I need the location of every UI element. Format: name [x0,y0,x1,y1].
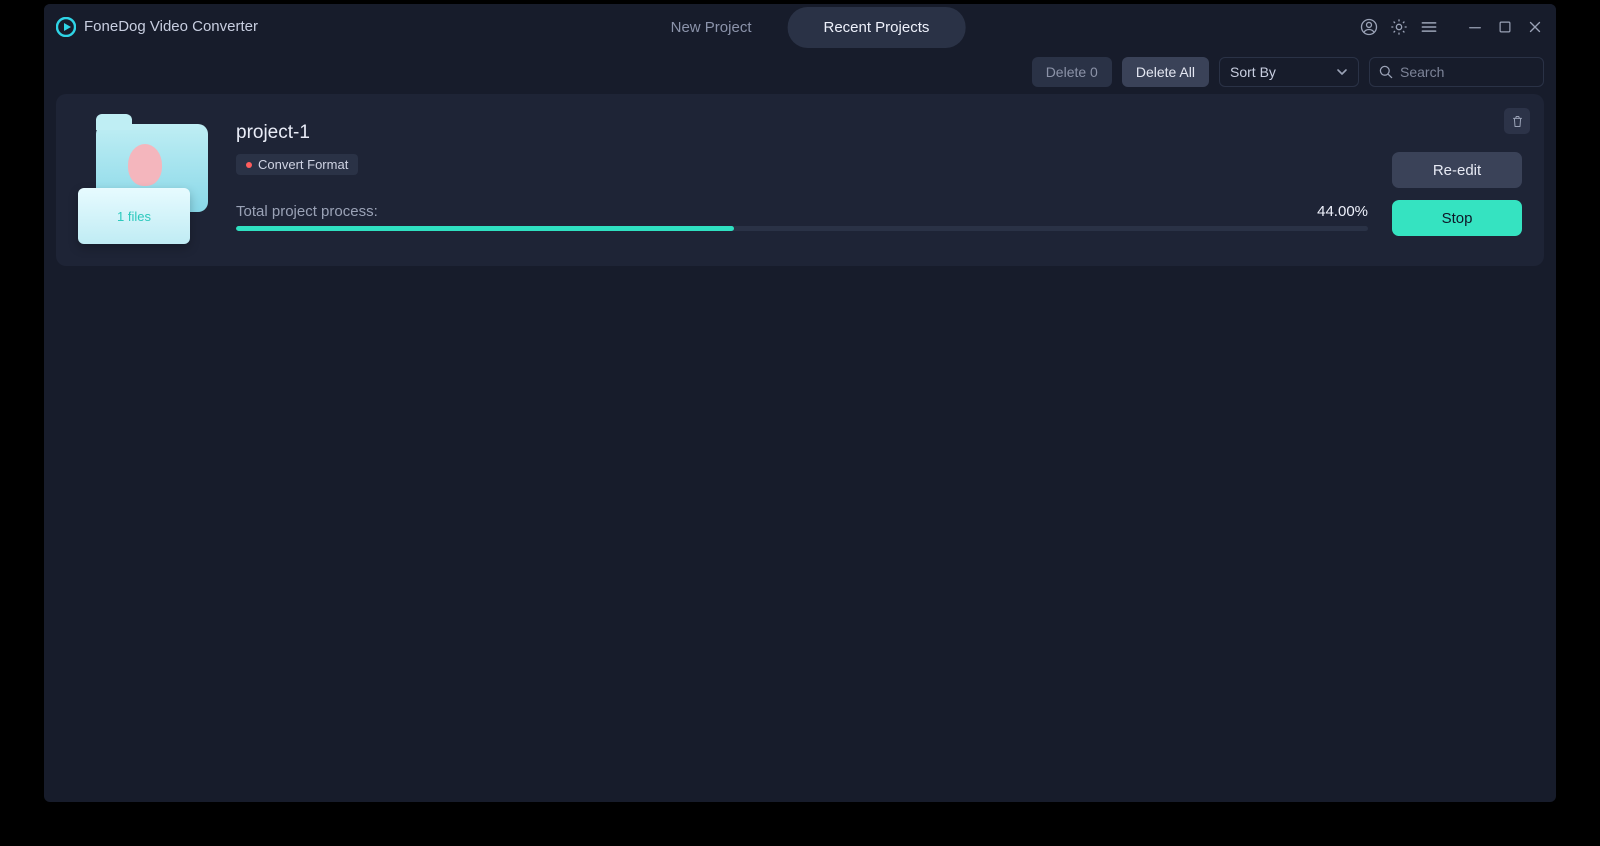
window-controls [1358,4,1546,49]
reedit-button[interactable]: Re-edit [1392,152,1522,188]
chevron-down-icon [1336,66,1348,78]
search-box[interactable] [1369,57,1544,87]
progress-bar-fill [236,226,734,231]
trash-icon [1510,114,1525,129]
sort-by-label: Sort By [1230,64,1276,80]
thumbnail-glyph-icon [128,144,162,186]
brand: FoneDog Video Converter [56,17,258,37]
project-info: project-1 Convert Format Total project p… [236,112,1368,244]
hamburger-menu-icon[interactable] [1418,16,1440,38]
button-label: Delete All [1136,64,1195,80]
project-thumbnail: 1 files [78,124,212,244]
tab-recent-projects[interactable]: Recent Projects [787,7,965,48]
sort-by-dropdown[interactable]: Sort By [1219,57,1359,87]
folder-front-icon: 1 files [78,188,190,244]
tabs: New Project Recent Projects [635,7,966,48]
stop-button[interactable]: Stop [1392,200,1522,236]
project-title: project-1 [236,122,1368,144]
titlebar: FoneDog Video Converter New Project Rece… [44,4,1556,49]
button-label: Delete 0 [1046,64,1098,80]
window-maximize-icon[interactable] [1494,16,1516,38]
progress-row: Total project process: 44.00% [236,203,1368,231]
status-dot-icon [246,162,252,168]
delete-project-button[interactable] [1504,108,1530,134]
progress-percent: 44.00% [1317,203,1368,220]
project-type-tag: Convert Format [236,154,358,175]
account-icon[interactable] [1358,16,1380,38]
app-logo-icon [56,17,76,37]
project-actions: Re-edit Stop [1392,144,1522,244]
tab-label: New Project [671,19,752,36]
window-close-icon[interactable] [1524,16,1546,38]
progress-bar [236,226,1368,231]
settings-gear-icon[interactable] [1388,16,1410,38]
tab-new-project[interactable]: New Project [635,7,788,48]
project-type-label: Convert Format [258,157,348,172]
app-title: FoneDog Video Converter [84,18,258,35]
project-card: 1 files project-1 Convert Format Total p… [56,94,1544,266]
progress-caption: Total project process: [236,203,378,220]
button-label: Stop [1442,210,1473,227]
button-label: Re-edit [1433,162,1481,179]
search-icon [1378,64,1394,80]
content-area: 1 files project-1 Convert Format Total p… [44,94,1556,802]
tab-label: Recent Projects [823,19,929,36]
delete-selected-button[interactable]: Delete 0 [1032,57,1112,87]
toolbar: Delete 0 Delete All Sort By [44,49,1556,94]
files-count-label: 1 files [117,209,151,224]
search-input[interactable] [1400,64,1556,80]
delete-all-button[interactable]: Delete All [1122,57,1209,87]
window-minimize-icon[interactable] [1464,16,1486,38]
